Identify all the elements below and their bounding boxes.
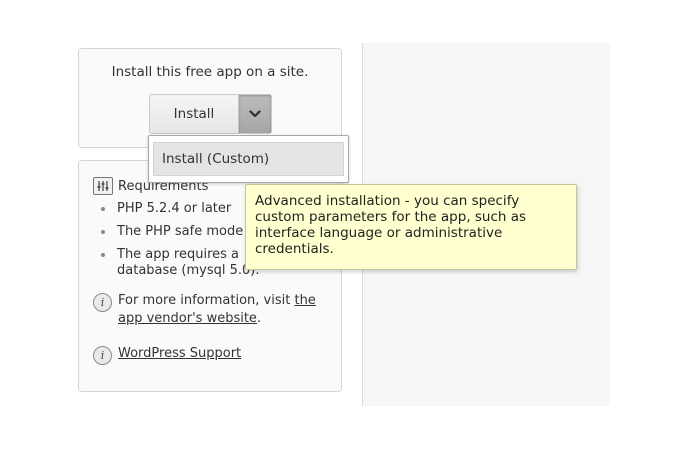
- support-row: i WordPress Support: [93, 345, 333, 365]
- tooltip-line: interface language or administrative: [255, 225, 503, 241]
- install-button[interactable]: Install: [150, 95, 239, 133]
- install-split-button: Install: [149, 94, 272, 134]
- info-icon: i: [93, 346, 112, 365]
- sliders-icon: [93, 177, 113, 195]
- tooltip-line: credentials.: [255, 241, 334, 257]
- install-panel: Install this free app on a site. Install: [78, 48, 342, 148]
- wordpress-support-link[interactable]: WordPress Support: [118, 345, 241, 365]
- tooltip-line: Advanced installation - you can specify: [255, 193, 520, 209]
- tooltip-line: custom parameters for the app, such as: [255, 209, 527, 225]
- more-info-text: For more information, visit the app vend…: [118, 292, 333, 328]
- more-info-lead: For more information, visit: [118, 293, 295, 308]
- list-item-line: database (mysql 5.0).: [117, 263, 260, 278]
- info-icon: i: [93, 293, 112, 312]
- install-dropdown-menu: Install (Custom): [148, 135, 349, 183]
- install-description: Install this free app on a site.: [111, 64, 309, 80]
- chevron-down-icon: [249, 110, 261, 118]
- tooltip: Advanced installation - you can specify …: [245, 184, 577, 270]
- menu-item-install-custom[interactable]: Install (Custom): [153, 142, 344, 176]
- more-info-suffix: .: [256, 311, 262, 326]
- more-info-row: i For more information, visit the app ve…: [93, 292, 333, 328]
- list-item-line: The app requires a: [117, 247, 240, 262]
- install-dropdown-toggle[interactable]: [239, 95, 271, 133]
